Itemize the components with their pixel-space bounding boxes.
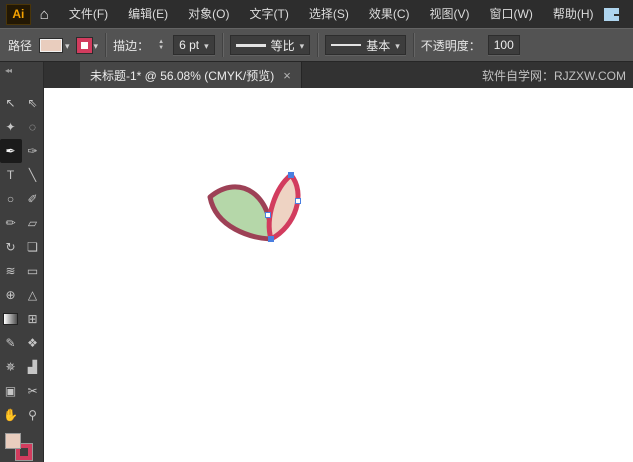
pencil-tool[interactable]: ✏ [0, 211, 22, 235]
stepper-up-icon[interactable]: ▲ [156, 39, 166, 45]
artboard-canvas[interactable] [44, 88, 633, 462]
object-type-label: 路径 [8, 38, 33, 53]
perspective-grid-tool[interactable]: △ [22, 283, 44, 307]
canvas-area[interactable] [44, 88, 633, 462]
watermark-text: 软件自学网：RJZXW.COM [482, 68, 626, 83]
zoom-tool[interactable]: ⚲ [22, 403, 44, 427]
free-transform-tool[interactable]: ▭ [22, 259, 44, 283]
magic-wand-tool[interactable]: ✦ [0, 115, 22, 139]
selection-tool[interactable]: ↖ [0, 91, 22, 115]
eraser-tool[interactable]: ▱ [22, 211, 44, 235]
menu-select[interactable]: 选择(S) [299, 0, 359, 28]
width-tool[interactable]: ≋ [0, 259, 22, 283]
rotate-tool[interactable]: ↻ [0, 235, 22, 259]
divider [412, 33, 414, 57]
workspace-icon-block [614, 15, 619, 21]
workspace-switcher-icon[interactable] [603, 7, 619, 21]
gradient-tool[interactable] [0, 307, 22, 331]
anchor-point[interactable] [295, 198, 301, 204]
opacity-label: 不透明度： [420, 38, 481, 53]
menu-effect[interactable]: 效果(C) [359, 0, 420, 28]
brush-preview-icon [331, 44, 362, 46]
menu-bar: Ai ⌂ 文件(F) 编辑(E) 对象(O) 文字(T) 选择(S) 效果(C) 视图(V)… [0, 0, 633, 28]
menubar-items: 文件(F) 编辑(E) 对象(O) 文字(T) 选择(S) 效果(C) 视图(V) 窗口(W)… [59, 0, 604, 28]
divider [317, 33, 319, 57]
hand-tool[interactable]: ✋ [0, 403, 22, 427]
line-segment-tool[interactable]: ╲ [22, 163, 44, 187]
direct-selection-tool[interactable]: ⇖ [22, 91, 44, 115]
leaf-right-path[interactable] [266, 172, 301, 242]
blend-tool[interactable]: ❖ [22, 331, 44, 355]
pen-tool[interactable]: ✒ [0, 139, 22, 164]
menu-type[interactable]: 文字(T) [240, 0, 299, 28]
gradient-tool-swatch-icon [3, 313, 18, 326]
toolbar-fill-swatch[interactable] [5, 433, 21, 450]
document-tab[interactable]: 未标题-1* @ 56.08% (CMYK/预览) × [80, 62, 302, 88]
ellipse-tool[interactable]: ○ [0, 187, 22, 211]
fill-color-control[interactable] [39, 37, 70, 53]
home-icon[interactable]: ⌂ [36, 6, 59, 23]
stroke-weight-value: 6 pt [179, 38, 200, 52]
column-graph-tool[interactable]: ▟ [22, 355, 44, 379]
opacity-input[interactable]: 100 [487, 35, 520, 55]
type-tool[interactable]: T [0, 163, 22, 187]
width-profile-value: 等比 [270, 38, 295, 53]
width-profile-preview-icon [235, 43, 266, 47]
control-bar: 路径 描边： ▲ ▼ 6 pt 等比 基本 [0, 28, 633, 62]
stepper-down-icon[interactable]: ▼ [156, 45, 166, 51]
close-icon[interactable]: × [283, 69, 291, 82]
toolbar-collapse-button[interactable]: ◂◂ [0, 64, 43, 78]
chevron-down-icon [395, 38, 400, 52]
symbol-sprayer-tool[interactable]: ✵ [0, 355, 22, 379]
illustrator-window: Ai ⌂ 文件(F) 编辑(E) 对象(O) 文字(T) 选择(S) 效果(C) 视图(V)… [0, 0, 633, 462]
document-tab-title: 未标题-1* @ 56.08% (CMYK/预览) [90, 68, 275, 83]
divider [105, 33, 107, 57]
artboard-tool[interactable]: ▣ [0, 379, 22, 403]
slice-tool[interactable]: ✂ [22, 379, 44, 403]
workspace-icon-block [614, 7, 619, 14]
chevron-down-icon [300, 38, 305, 52]
leaf-left-path[interactable] [207, 184, 274, 242]
app-logo: Ai [6, 3, 31, 25]
stroke-color-swatch[interactable] [76, 37, 92, 53]
document-area: 未标题-1* @ 56.08% (CMYK/预览) × 软件自学网：RJZXW.… [44, 62, 633, 462]
anchor-point[interactable] [268, 236, 274, 242]
tools-panel: ◂◂ ↖ ⇖ ✦ ◌ ✒ ✑ T ╲ ○ ✐ ✏ ▱ ↻ ❏ ≋ ▭ ⊕ △ ⊞ ✎ ❖ ✵ ▟ ▣ ✂ ✋ ⚲ [0, 62, 44, 462]
workspace-icon-block [603, 7, 614, 21]
width-profile-dropdown[interactable]: 等比 [229, 35, 311, 55]
menu-window[interactable]: 窗口(W) [480, 0, 543, 28]
brush-definition-value: 基本 [366, 38, 391, 53]
menu-object[interactable]: 对象(O) [178, 0, 239, 28]
paintbrush-tool[interactable]: ✐ [22, 187, 44, 211]
anchor-point[interactable] [288, 172, 294, 178]
chevron-down-icon [94, 38, 99, 52]
eyedropper-tool[interactable]: ✎ [0, 331, 22, 355]
divider [221, 33, 223, 57]
fill-color-swatch[interactable] [39, 37, 64, 53]
document-tab-bar: 未标题-1* @ 56.08% (CMYK/预览) × 软件自学网：RJZXW.… [44, 62, 633, 88]
toolbar-tools: ↖ ⇖ ✦ ◌ ✒ ✑ T ╲ ○ ✐ ✏ ▱ ↻ ❏ ≋ ▭ ⊕ △ ⊞ ✎ ❖ ✵ ▟ ▣ ✂ ✋ ⚲ [0, 91, 43, 427]
workspace: ◂◂ ↖ ⇖ ✦ ◌ ✒ ✑ T ╲ ○ ✐ ✏ ▱ ↻ ❏ ≋ ▭ ⊕ △ ⊞ ✎ ❖ ✵ ▟ ▣ ✂ ✋ ⚲ 未标题-1* @ … [0, 62, 633, 462]
shape-builder-tool[interactable]: ⊕ [0, 283, 22, 307]
scale-tool[interactable]: ❏ [22, 235, 44, 259]
curvature-tool[interactable]: ✑ [22, 139, 44, 163]
menu-edit[interactable]: 编辑(E) [118, 0, 178, 28]
menu-help[interactable]: 帮助(H) [543, 0, 604, 28]
menu-view[interactable]: 视图(V) [420, 0, 480, 28]
mesh-tool[interactable]: ⊞ [22, 307, 44, 331]
chevron-down-icon [65, 38, 70, 52]
stroke-weight-stepper[interactable]: ▲ ▼ [156, 39, 166, 51]
fill-stroke-indicator [5, 433, 39, 462]
anchor-point[interactable] [265, 212, 271, 218]
lasso-tool[interactable]: ◌ [22, 115, 44, 139]
opacity-value: 100 [493, 38, 514, 52]
stroke-weight-label: 描边： [113, 38, 150, 53]
chevron-down-icon [204, 38, 209, 52]
menu-file[interactable]: 文件(F) [59, 0, 118, 28]
stroke-color-control[interactable] [76, 37, 99, 53]
stroke-weight-dropdown[interactable]: 6 pt [173, 35, 215, 55]
brush-definition-dropdown[interactable]: 基本 [325, 35, 406, 55]
